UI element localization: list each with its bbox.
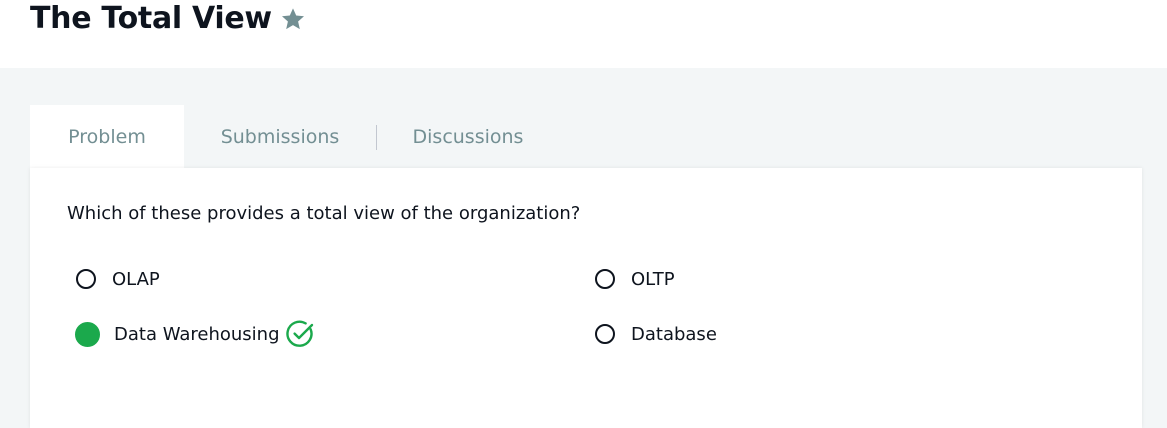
option-olap[interactable]: OLAP [76,264,160,294]
option-label: Data Warehousing [114,323,280,345]
tab-divider [376,125,377,150]
option-label: OLTP [631,268,675,290]
check-circle-icon [285,320,313,347]
tab-problem[interactable]: Problem [30,105,184,168]
radio-button[interactable] [595,269,615,289]
option-label: OLAP [112,268,160,290]
radio-button-selected[interactable] [75,321,100,347]
tab-submissions-label: Submissions [220,126,340,148]
page-title: The Total View [30,1,272,36]
tab-discussions[interactable]: Discussions [390,105,546,168]
page-header: The Total View [0,0,1167,68]
question-text: Which of these provides a total view of … [67,203,581,224]
option-label: Database [631,323,717,345]
option-database[interactable]: Database [595,319,717,349]
star-icon[interactable] [280,6,306,32]
radio-button[interactable] [595,324,615,344]
option-oltp[interactable]: OLTP [595,264,675,294]
tab-discussions-label: Discussions [412,126,524,148]
tab-submissions[interactable]: Submissions [200,105,360,168]
tab-problem-label: Problem [68,126,146,148]
option-data-warehousing[interactable]: Data Warehousing [75,319,315,349]
radio-button[interactable] [76,269,96,289]
